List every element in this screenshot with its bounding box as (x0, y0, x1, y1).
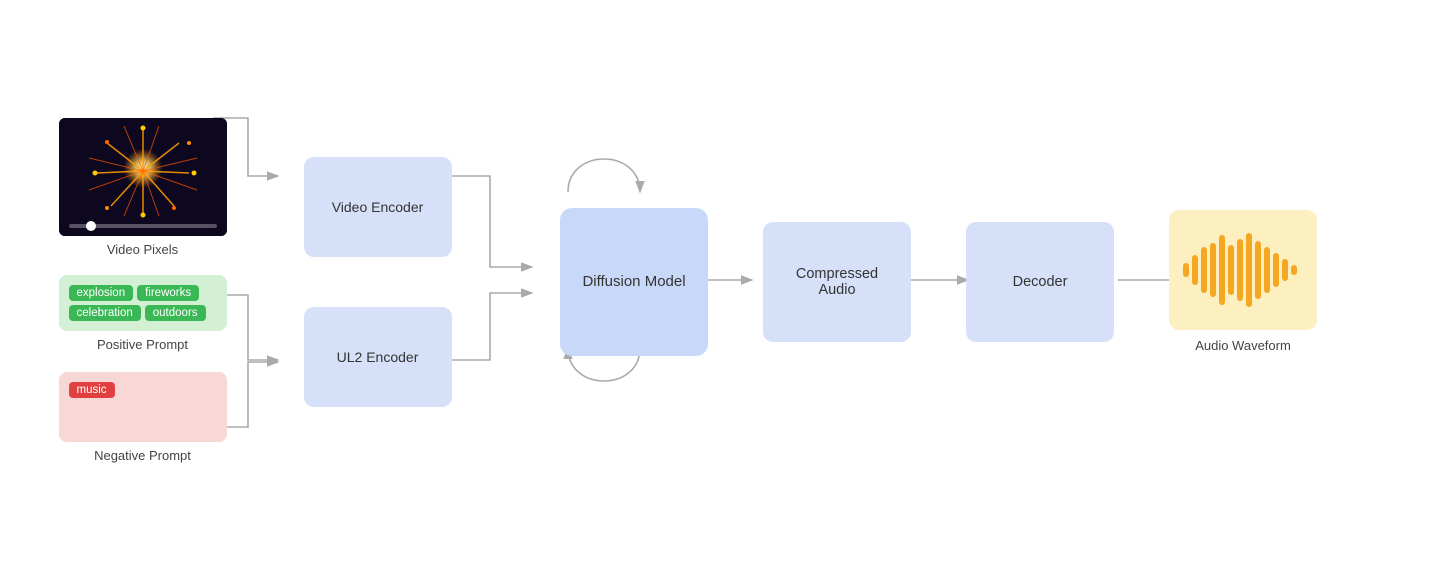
negative-prompt: music Negative Prompt (59, 372, 227, 465)
positive-prompt: explosion fireworks celebration outdoors… (59, 275, 227, 354)
tag-explosion: explosion (69, 285, 134, 301)
video-encoder-box: Video Encoder (304, 157, 452, 257)
video-label: Video Pixels (107, 242, 178, 257)
compressed-audio-column: Compressed Audio (763, 222, 911, 342)
inputs-column: Video Pixels explosion fireworks celebra… (50, 118, 235, 465)
video-thumbnail (59, 118, 227, 236)
waveform-column: Audio Waveform (1169, 210, 1317, 353)
positive-prompt-box: explosion fireworks celebration outdoors (59, 275, 227, 331)
waveform-svg (1179, 225, 1307, 315)
positive-tags: explosion fireworks celebration outdoors (69, 285, 217, 321)
tag-outdoors: outdoors (145, 305, 206, 321)
decoder-column: Decoder (966, 222, 1114, 342)
tag-music: music (69, 382, 115, 398)
positive-prompt-label: Positive Prompt (97, 337, 188, 352)
tag-fireworks: fireworks (137, 285, 199, 301)
ul2-encoder-box: UL2 Encoder (304, 307, 452, 407)
decoder-box: Decoder (966, 222, 1114, 342)
encoders-column: Video Encoder UL2 Encoder (295, 157, 460, 407)
negative-prompt-box: music (59, 372, 227, 442)
waveform-label: Audio Waveform (1195, 338, 1291, 353)
diagram-container: Video Pixels explosion fireworks celebra… (0, 0, 1440, 583)
waveform-box (1169, 210, 1317, 330)
diffusion-column: Diffusion Model (560, 208, 708, 356)
compressed-audio-box: Compressed Audio (763, 222, 911, 342)
tag-celebration: celebration (69, 305, 141, 321)
diffusion-model-box: Diffusion Model (560, 208, 708, 356)
negative-tags: music (69, 382, 217, 398)
negative-prompt-label: Negative Prompt (94, 448, 191, 463)
video-input: Video Pixels (59, 118, 227, 257)
